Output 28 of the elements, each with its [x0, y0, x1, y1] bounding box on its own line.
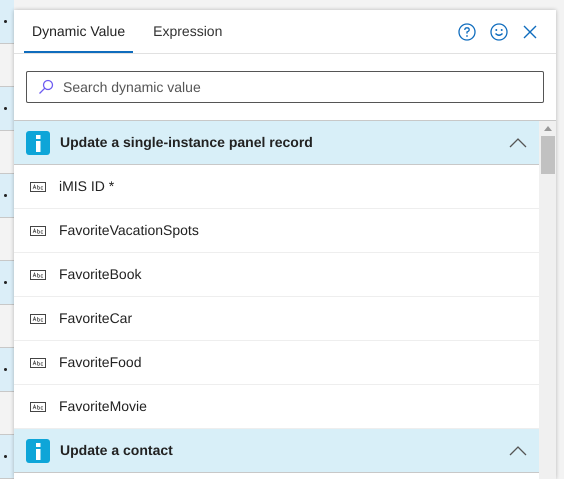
- info-logo-icon: [26, 130, 50, 154]
- dynamic-value-item[interactable]: FavoriteFood: [14, 341, 539, 385]
- tab[interactable]: Dynamic Value: [24, 11, 134, 53]
- chevron-up-icon[interactable]: [509, 446, 527, 456]
- search-field[interactable]: Search dynamic value: [26, 71, 544, 103]
- section-header[interactable]: Update a single-instance panel record: [14, 121, 539, 165]
- section-header[interactable]: Update a contact: [14, 429, 539, 473]
- dynamic-value-item[interactable]: iMIS ID *: [14, 165, 539, 209]
- text-type-icon: [30, 270, 46, 280]
- info-logo-icon: [26, 438, 50, 462]
- dynamic-value-item[interactable]: FavoriteCar: [14, 297, 539, 341]
- tab[interactable]: Expression: [145, 11, 230, 53]
- dynamic-value-item[interactable]: FavoriteBook: [14, 253, 539, 297]
- section-title: Update a single-instance panel record: [60, 133, 314, 152]
- scrollbar-thumb[interactable]: [540, 136, 554, 174]
- text-type-icon: [30, 182, 46, 192]
- text-type-icon: [30, 226, 46, 236]
- help-icon[interactable]: [458, 23, 476, 41]
- smiley-icon[interactable]: [490, 23, 508, 41]
- search-icon: [38, 79, 54, 95]
- chevron-up-icon[interactable]: [509, 138, 527, 148]
- dynamic-value-item[interactable]: FavoriteVacationSpots: [14, 209, 539, 253]
- text-type-icon: [30, 402, 46, 412]
- scrollbar[interactable]: [539, 121, 556, 479]
- section-title: Update a contact: [60, 441, 174, 460]
- text-type-icon: [30, 314, 46, 324]
- text-type-icon: [30, 358, 46, 368]
- close-icon[interactable]: [522, 24, 538, 40]
